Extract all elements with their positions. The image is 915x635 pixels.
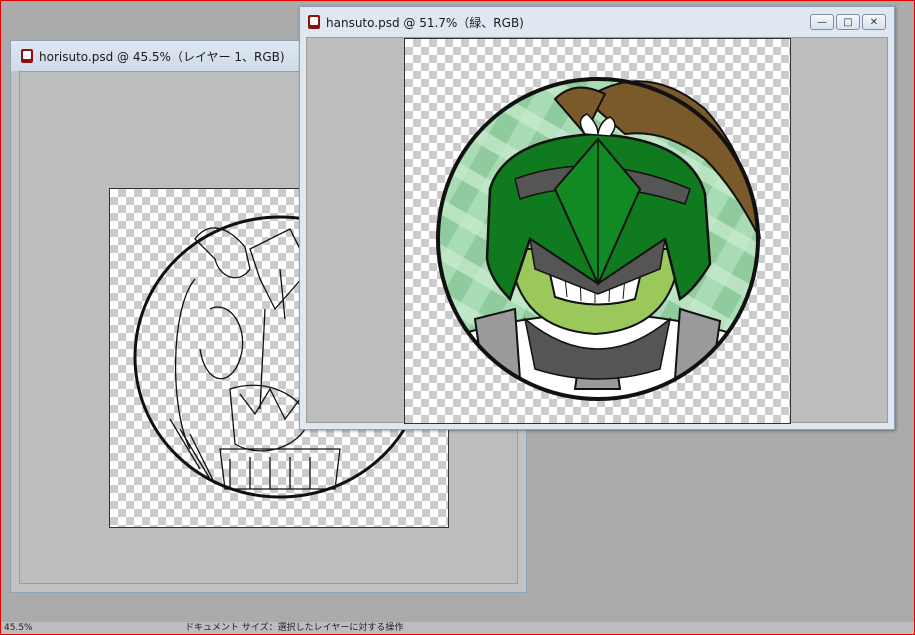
photoshop-document-icon: [21, 49, 33, 63]
character-portrait-artwork: [436, 77, 761, 401]
title-bar[interactable]: hansuto.psd @ 51.7%（緑、RGB): [300, 7, 894, 37]
status-hint: ドキュメント サイズ：選択したレイヤーに対する操作: [185, 623, 404, 633]
minimize-button[interactable]: —: [810, 14, 834, 30]
document-window-hansuto[interactable]: hansuto.psd @ 51.7%（緑、RGB) — □ ✕: [299, 6, 895, 430]
canvas-character-portrait[interactable]: [404, 38, 791, 424]
status-zoom: 45.5%: [4, 623, 33, 633]
status-bar: 45.5% ドキュメント サイズ：選択したレイヤーに対する操作: [0, 622, 915, 635]
window-title: horisuto.psd @ 45.5%（レイヤー 1、RGB): [39, 49, 285, 64]
maximize-button[interactable]: □: [836, 14, 860, 30]
window-title: hansuto.psd @ 51.7%（緑、RGB): [326, 15, 524, 30]
photoshop-document-icon: [308, 15, 320, 29]
window-controls: — □ ✕: [810, 14, 886, 30]
document-workspace[interactable]: [306, 37, 888, 424]
close-button[interactable]: ✕: [862, 14, 886, 30]
